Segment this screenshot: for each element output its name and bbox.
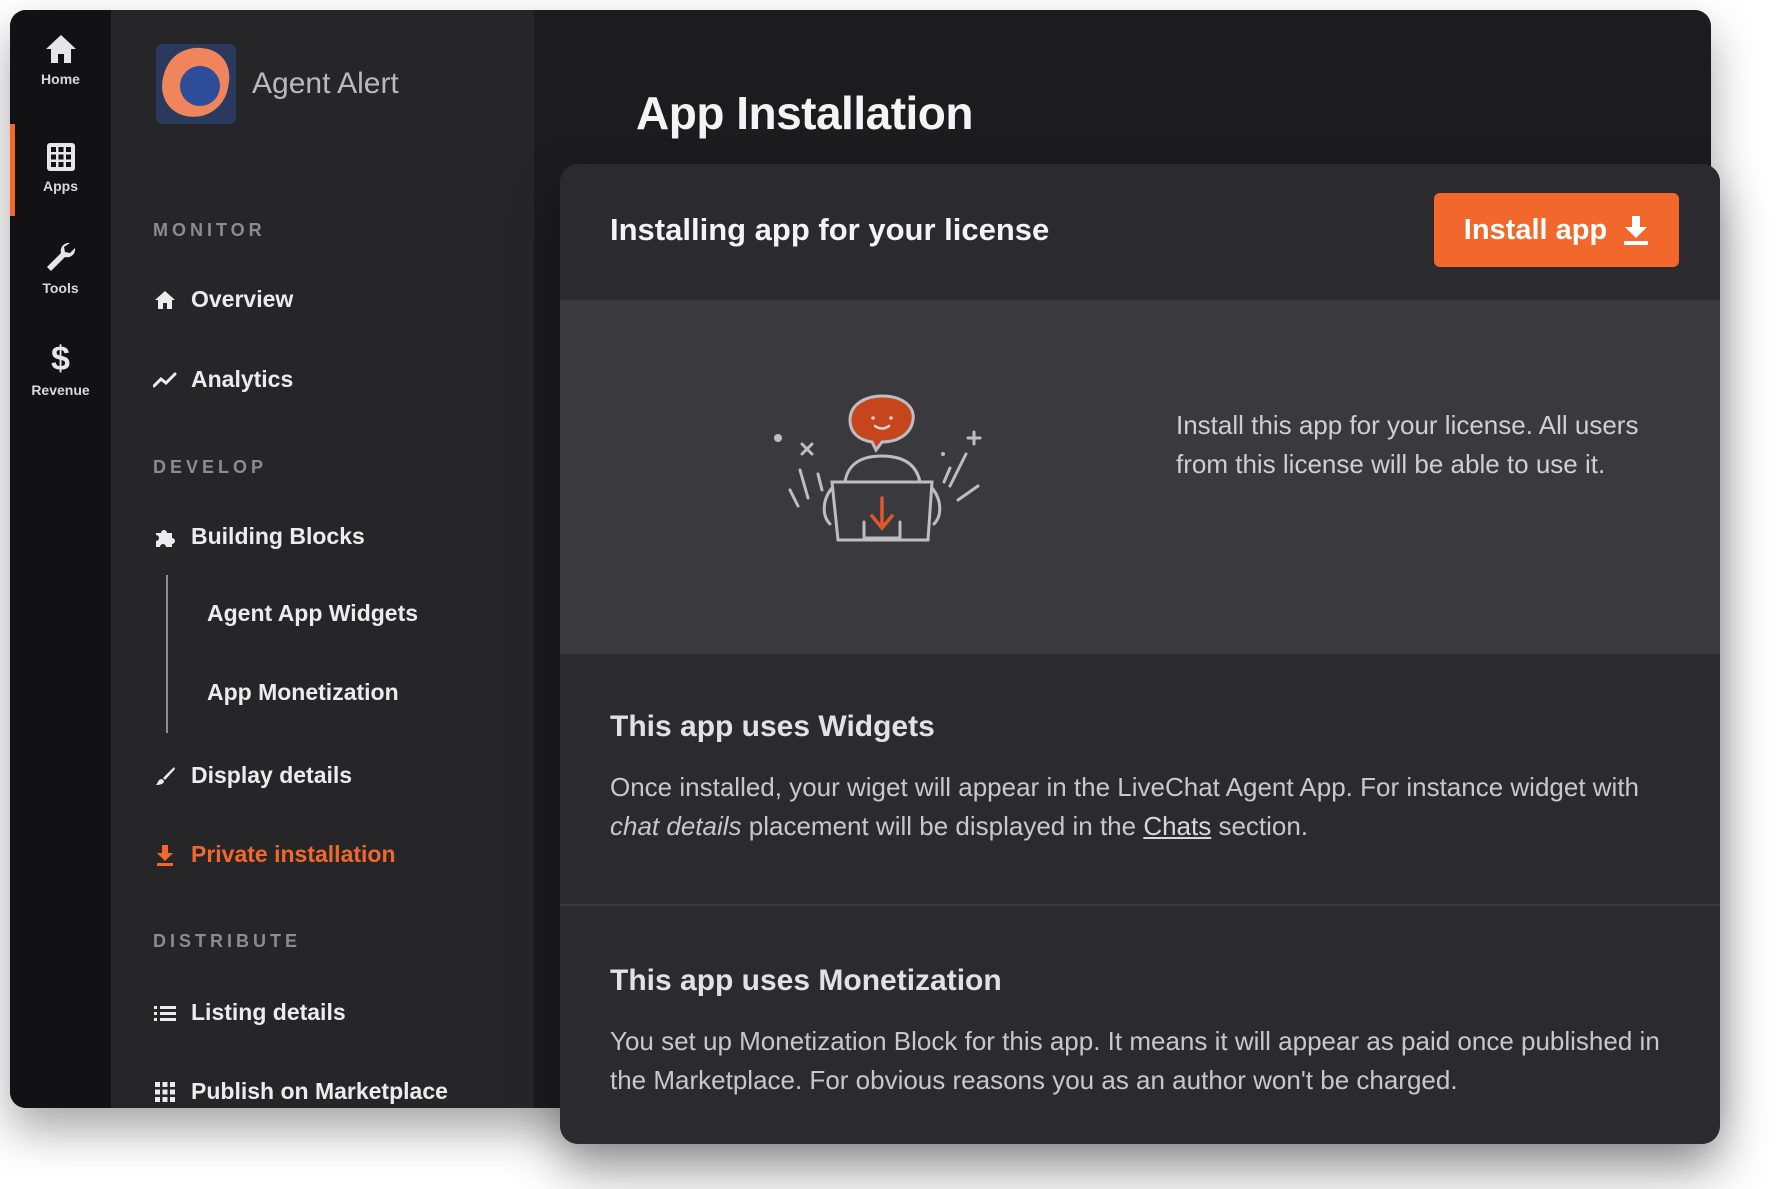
widgets-placement-term: chat details xyxy=(610,811,742,841)
sidebar-item-label: Publish on Marketplace xyxy=(191,1078,448,1104)
chats-link[interactable]: Chats xyxy=(1143,811,1211,841)
widgets-section-title: This app uses Widgets xyxy=(610,710,935,743)
widgets-section: This app uses Widgets Once installed, yo… xyxy=(610,710,1680,846)
list-icon xyxy=(153,1001,177,1025)
sidebar-item-display-details[interactable]: Display details xyxy=(153,762,352,789)
apps-grid-icon xyxy=(46,142,76,172)
wrench-icon xyxy=(44,240,78,274)
monetization-section-title: This app uses Monetization xyxy=(610,964,1002,997)
app-name: Agent Alert xyxy=(252,67,399,100)
widgets-section-body: Once installed, your wiget will appear i… xyxy=(610,768,1680,846)
hero-description: Install this app for your license. All u… xyxy=(1176,410,1639,479)
dollar-icon: $ xyxy=(51,340,70,378)
sidebar-item-overview[interactable]: Overview xyxy=(153,286,293,313)
sidebar-item-analytics[interactable]: Analytics xyxy=(153,366,293,393)
sidebar-item-building-blocks[interactable]: Building Blocks xyxy=(153,523,365,550)
sidebar-item-listing-details[interactable]: Listing details xyxy=(153,999,346,1026)
sidebar-item-label: Private installation xyxy=(191,841,396,867)
rail-label-home: Home xyxy=(41,71,80,87)
section-divider xyxy=(560,904,1720,906)
install-button-label: Install app xyxy=(1463,213,1608,246)
app-sidebar: Agent Alert MONITOR Overview Analytics D… xyxy=(111,10,534,1108)
card-header: Installing app for your license Install … xyxy=(560,164,1720,300)
install-app-button[interactable]: Install app xyxy=(1434,193,1679,267)
rail-item-home[interactable]: Home xyxy=(10,12,111,108)
section-monitor: MONITOR xyxy=(153,220,266,240)
download-icon xyxy=(153,843,177,867)
home-icon xyxy=(153,288,177,312)
sidebar-item-publish-marketplace[interactable]: Publish on Marketplace xyxy=(153,1078,448,1105)
brush-icon xyxy=(153,764,177,788)
submenu-guide-line xyxy=(166,575,168,733)
monetization-section: This app uses Monetization You set up Mo… xyxy=(610,964,1680,1100)
sidebar-item-label: Building Blocks xyxy=(191,523,365,549)
installation-card: Installing app for your license Install … xyxy=(560,164,1720,1144)
widgets-text-part3: section. xyxy=(1211,811,1309,841)
rail-item-apps[interactable]: Apps xyxy=(10,120,111,216)
home-icon xyxy=(44,33,78,65)
rail-label-tools: Tools xyxy=(42,280,79,296)
sidebar-item-label: Listing details xyxy=(191,999,346,1025)
sidebar-subitem-agent-app-widgets[interactable]: Agent App Widgets xyxy=(207,600,418,627)
sidebar-subitem-app-monetization[interactable]: App Monetization xyxy=(207,679,399,706)
sidebar-item-label: Overview xyxy=(191,286,294,312)
monetization-section-body: You set up Monetization Block for this a… xyxy=(610,1026,1660,1095)
install-illustration xyxy=(760,390,1000,565)
download-icon xyxy=(1623,215,1649,245)
sidebar-item-label: Display details xyxy=(191,762,353,788)
sidebar-item-private-installation[interactable]: Private installation xyxy=(153,841,396,868)
sidebar-item-label: Analytics xyxy=(191,366,294,392)
widgets-text-part1: Once installed, your wiget will appear i… xyxy=(610,772,1640,802)
card-header-title: Installing app for your license xyxy=(610,212,1050,247)
widgets-text-part2: placement will be displayed in the xyxy=(741,811,1144,841)
stage: Home Apps Tools $ Revenue Agent Alert MO… xyxy=(0,0,1790,1189)
trend-line-icon xyxy=(153,368,177,392)
app-brand[interactable]: Agent Alert xyxy=(154,42,399,126)
install-hero: Install this app for your license. All u… xyxy=(560,300,1720,654)
puzzle-icon xyxy=(153,525,177,549)
page-title: App Installation xyxy=(636,87,974,139)
primary-rail: Home Apps Tools $ Revenue xyxy=(10,10,111,1108)
grid-icon xyxy=(153,1080,177,1104)
rail-label-revenue: Revenue xyxy=(31,382,90,398)
rail-item-tools[interactable]: Tools xyxy=(10,220,111,316)
rail-label-apps: Apps xyxy=(43,178,78,194)
rail-item-revenue[interactable]: $ Revenue xyxy=(10,322,111,418)
section-develop: DEVELOP xyxy=(153,457,268,477)
app-logo xyxy=(154,42,238,126)
section-distribute: DISTRIBUTE xyxy=(153,931,301,951)
